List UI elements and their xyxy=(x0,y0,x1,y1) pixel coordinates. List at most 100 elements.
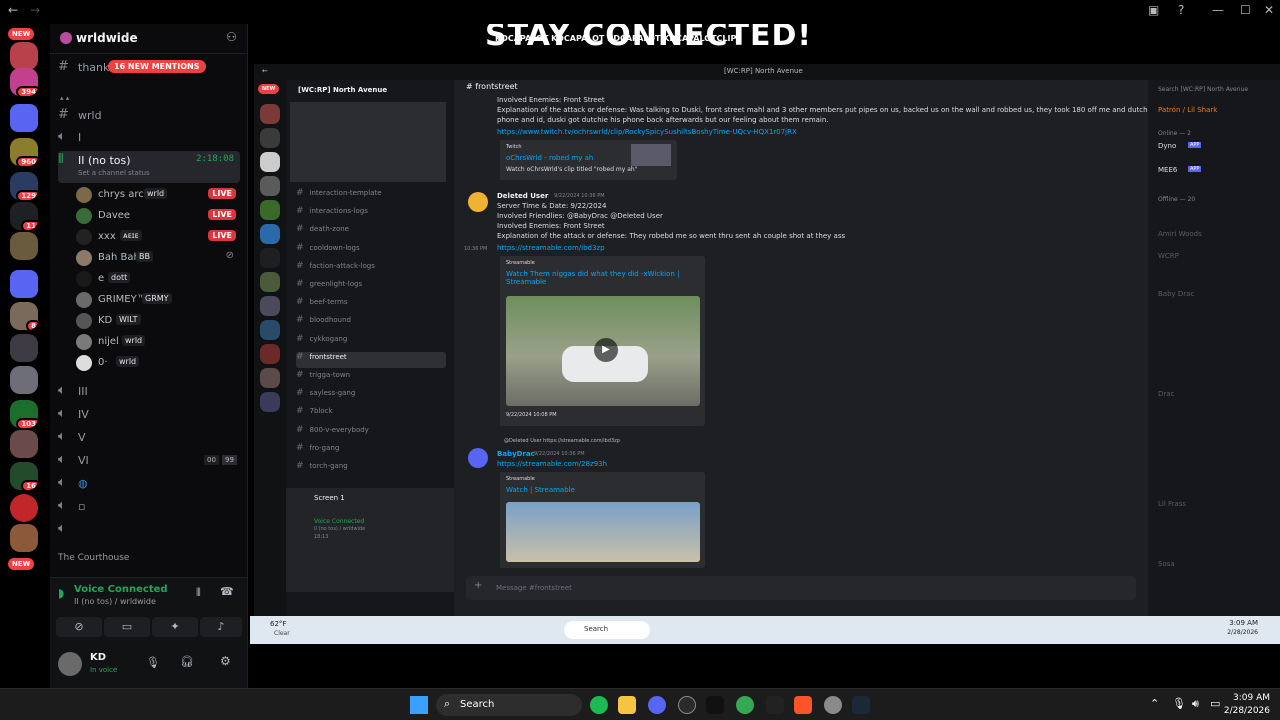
server-icon xyxy=(260,296,280,316)
microphone-icon[interactable]: 🎙︎ xyxy=(146,656,160,669)
message-time: 9/22/2024 10:36 PM xyxy=(534,451,585,457)
tray-chevron-icon[interactable]: ⌃ xyxy=(1150,697,1159,710)
hashtag-icon: # xyxy=(296,315,304,326)
new-unread-pill[interactable]: NEW xyxy=(8,558,35,570)
server-icon[interactable]: 103 xyxy=(10,400,38,428)
channel-status-prompt[interactable]: Set a channel status xyxy=(78,169,150,177)
collapse-caret-icon[interactable]: ▴ ▴ xyxy=(60,94,69,102)
inner-clock-time: 3:09 AM xyxy=(1229,619,1258,627)
voice-channel-path[interactable]: II (no tos) / wrldwide xyxy=(74,597,156,606)
minimize-button[interactable]: — xyxy=(1212,3,1224,17)
settings-icon[interactable] xyxy=(824,696,842,714)
app-icon[interactable] xyxy=(678,696,696,714)
back-arrow-icon[interactable]: ← xyxy=(8,3,18,17)
headphones-icon[interactable]: 🎧︎ xyxy=(180,655,194,668)
member-name: Baby Drac xyxy=(1158,290,1195,298)
maximize-button[interactable]: ☐ xyxy=(1240,3,1251,17)
app-icon[interactable] xyxy=(766,696,784,714)
server-icon[interactable]: 394 xyxy=(10,68,38,96)
message-side-time: 10:36 PM xyxy=(464,246,488,252)
inner-voice-time: 18:13 xyxy=(314,534,329,540)
voice-user[interactable]: chrys arc wrld LIVE xyxy=(76,185,240,205)
microphone-icon[interactable]: 🎙︎ xyxy=(1172,697,1186,710)
channel-label: V xyxy=(78,431,86,444)
server-icon[interactable] xyxy=(10,430,38,458)
voice-user[interactable]: KD WILT xyxy=(76,311,240,331)
help-icon[interactable]: ? xyxy=(1178,3,1184,17)
camera-off-button[interactable]: ⊘ xyxy=(56,617,102,637)
voice-channel-misc[interactable]: 🔈︎ ▫ xyxy=(58,497,240,517)
avatar xyxy=(76,355,92,371)
avatar[interactable] xyxy=(58,652,82,676)
inbox-icon[interactable]: ▣ xyxy=(1148,3,1159,17)
server-icon[interactable] xyxy=(10,366,38,394)
server-icon[interactable]: 960 xyxy=(10,138,38,166)
inner-channel-item: #800-v-everybody xyxy=(296,425,446,441)
server-icon[interactable]: 16 xyxy=(10,462,38,490)
channel-wrld[interactable]: # wrld xyxy=(58,106,240,126)
voice-user[interactable]: Bah Bah BB ⊘ xyxy=(76,248,240,268)
voice-user[interactable]: 0· wrld xyxy=(76,353,240,373)
brave-icon[interactable] xyxy=(794,696,812,714)
inner-channel-item: # bloodhound xyxy=(296,315,446,331)
voice-channel-iii[interactable]: 🔈︎ III xyxy=(58,382,240,402)
member-name: Drac xyxy=(1158,390,1175,398)
voice-channel-active[interactable]: ⦀ II (no tos) 2:18:08 Set a channel stat… xyxy=(58,151,240,183)
steam-icon[interactable] xyxy=(852,696,870,714)
voice-user[interactable]: nijel wrld xyxy=(76,332,240,352)
voice-channel-globe[interactable]: 🔈︎ ◍ xyxy=(58,474,240,494)
file-explorer-icon[interactable] xyxy=(618,696,636,714)
voice-user[interactable]: Davee LIVE xyxy=(76,206,240,226)
voice-channel-iv[interactable]: 🔈︎ IV xyxy=(58,405,240,425)
close-button[interactable]: ✕ xyxy=(1264,3,1274,17)
new-mentions-badge[interactable]: 16 NEW MENTIONS xyxy=(108,60,206,73)
voice-channel-i[interactable]: 🔈︎ I xyxy=(58,128,240,148)
new-unread-pill: NEW xyxy=(258,84,280,94)
spotify-icon[interactable] xyxy=(590,696,608,714)
server-icon[interactable]: 129 xyxy=(10,172,38,200)
screen-share-button[interactable]: ▭ xyxy=(104,617,150,637)
server-header[interactable]: wrldwide ⌄ ⚇ xyxy=(50,24,247,54)
add-member-icon[interactable]: ⚇ xyxy=(226,30,237,44)
noise-suppression-icon[interactable]: ⦀ xyxy=(196,586,201,600)
voice-channel-vi[interactable]: 🔈︎ VI 00 99 xyxy=(58,451,240,471)
server-folder-icon[interactable] xyxy=(10,104,38,132)
user-name: KD xyxy=(90,652,107,663)
gear-icon[interactable]: ⚙ xyxy=(220,654,231,668)
discord-icon[interactable] xyxy=(648,696,666,714)
soundboard-button[interactable]: ♪ xyxy=(200,617,242,637)
server-folder-icon[interactable] xyxy=(10,270,38,298)
chrome-icon[interactable] xyxy=(736,696,754,714)
taskbar-search[interactable]: ⌕ Search xyxy=(436,694,582,716)
windows-start-icon[interactable] xyxy=(410,696,428,714)
category-header[interactable]: The Courthouse xyxy=(58,553,129,563)
inner-channel-item: # interactions-logs xyxy=(296,206,446,222)
forward-arrow-icon[interactable]: → xyxy=(30,3,40,17)
hashtag-icon: # xyxy=(296,206,304,217)
voice-channel-misc[interactable]: 🔈︎ xyxy=(58,520,240,540)
signal-icon[interactable]: ◗ xyxy=(58,586,64,600)
add-attachment-icon: + xyxy=(474,580,483,591)
voice-user[interactable]: e dott xyxy=(76,269,240,289)
video-timestamp: 9/22/2024 10:08 PM xyxy=(506,412,557,418)
server-icon[interactable] xyxy=(10,494,38,522)
volume-icon[interactable]: 🔊︎ xyxy=(1192,697,1199,711)
new-unread-pill[interactable]: NEW xyxy=(8,28,35,40)
server-icon[interactable] xyxy=(10,524,38,552)
embed-title: Watch | Streamable xyxy=(506,486,575,494)
epic-games-icon[interactable] xyxy=(706,696,724,714)
server-icon[interactable] xyxy=(10,42,38,70)
inner-channel-label: sayless-gang xyxy=(309,389,356,398)
voice-user[interactable]: xxx ᴀᴇɪᴇ LIVE xyxy=(76,227,240,247)
disconnect-icon[interactable]: ☎ xyxy=(220,585,234,598)
server-icon[interactable]: 11 xyxy=(10,202,38,230)
voice-user[interactable]: GRIMEY™ GRMY xyxy=(76,290,240,310)
taskbar-clock[interactable]: 3:09 AM 2/28/2026 xyxy=(1224,692,1270,718)
activities-button[interactable]: ✦ xyxy=(152,617,198,637)
server-icon[interactable] xyxy=(10,334,38,362)
server-icon[interactable]: 8 xyxy=(10,302,38,330)
battery-icon[interactable]: ▭ xyxy=(1210,697,1220,710)
server-icon[interactable] xyxy=(10,232,38,260)
inner-titlebar: ← [WC:RP] North Avenue xyxy=(254,64,1280,80)
voice-channel-v[interactable]: 🔈︎ V xyxy=(58,428,240,448)
